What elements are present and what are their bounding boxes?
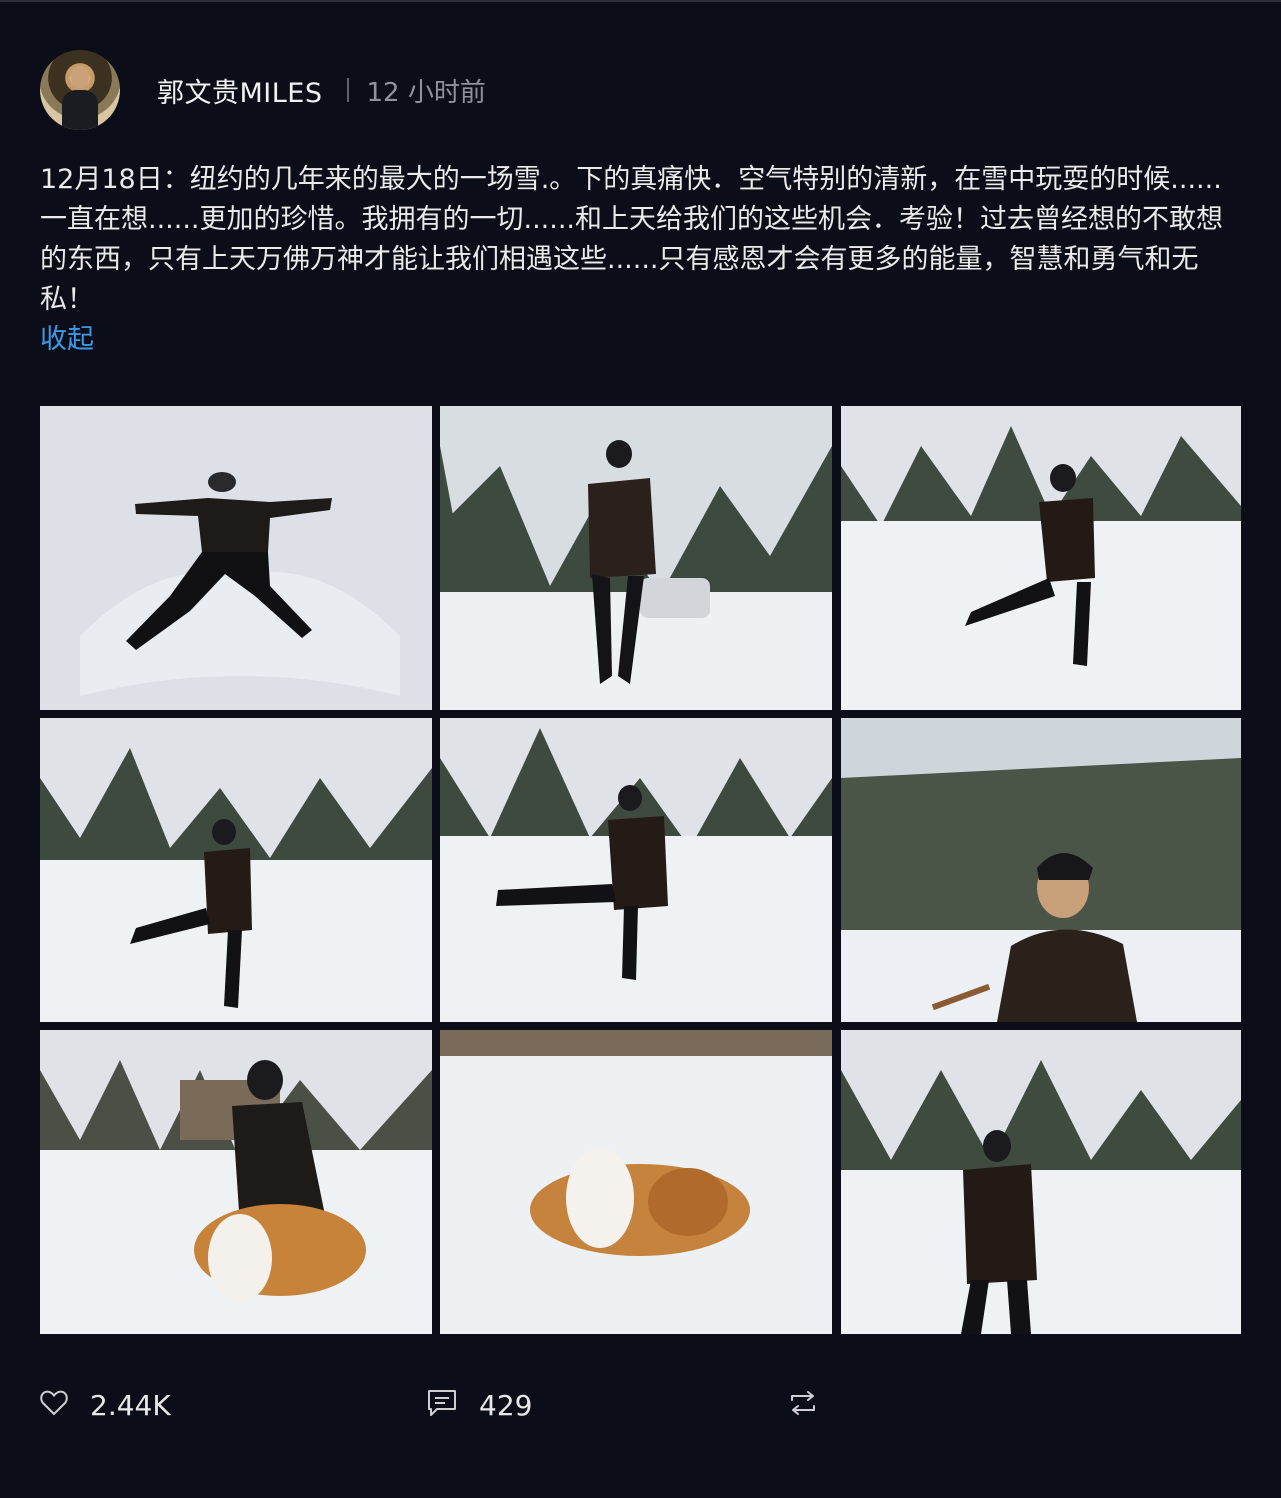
comment-count: 429 [479, 1388, 533, 1422]
like-count: 2.44K [90, 1388, 171, 1422]
post-actions: 2.44K 429 [40, 1380, 1241, 1430]
heart-icon [40, 1390, 68, 1420]
post-body-text: 12月18日：纽约的几年来的最大的一场雪.。下的真痛快．空气特别的清新，在雪中玩… [40, 164, 1223, 315]
dog-play-photo-1[interactable] [40, 1030, 432, 1334]
comment-icon [427, 1389, 457, 1421]
post-header: 郭文贵MILES 12 小时前 [40, 50, 486, 130]
repost-button[interactable] [788, 1380, 818, 1430]
kicking-snow-photo-2[interactable] [40, 718, 432, 1022]
header-separator [346, 78, 349, 102]
avatar[interactable] [40, 50, 120, 130]
repost-icon [788, 1390, 818, 1420]
snow-angel-photo[interactable] [40, 406, 432, 710]
author-name[interactable]: 郭文贵MILES [157, 71, 323, 110]
standing-cigar-photo[interactable] [440, 406, 832, 710]
like-button[interactable]: 2.44K [40, 1380, 171, 1430]
photo-grid [40, 406, 1241, 1334]
kicking-snow-photo-1[interactable] [841, 406, 1241, 710]
top-divider [0, 0, 1281, 2]
collapse-link[interactable]: 收起 [40, 320, 94, 360]
dog-play-photo-2[interactable] [440, 1030, 832, 1334]
post-time: 12 小时前 [366, 77, 486, 108]
walking-snow-photo[interactable] [841, 1030, 1241, 1334]
looking-up-photo[interactable] [841, 718, 1241, 1022]
comment-button[interactable]: 429 [427, 1380, 532, 1430]
kicking-snow-photo-3[interactable] [440, 718, 832, 1022]
